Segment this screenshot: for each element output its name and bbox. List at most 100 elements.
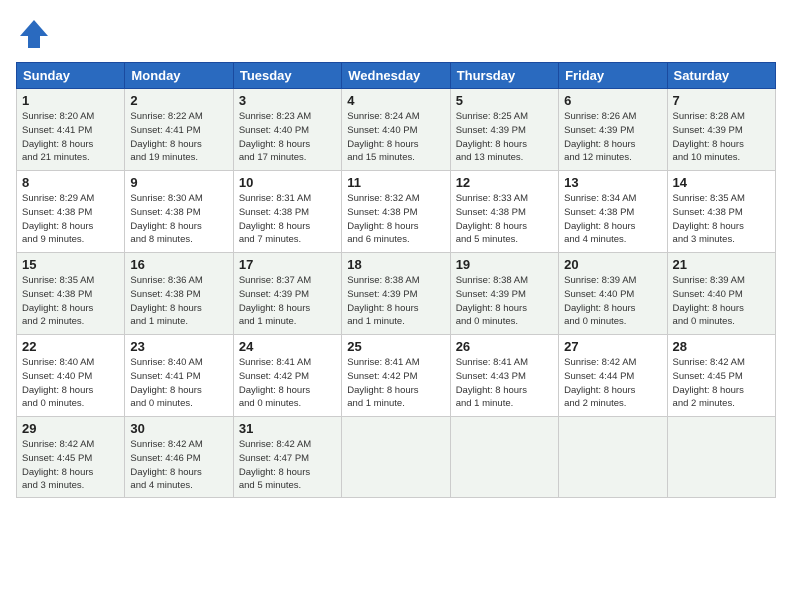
day-info: Sunrise: 8:30 AMSunset: 4:38 PMDaylight:…: [130, 192, 227, 247]
calendar-cell: [667, 417, 775, 498]
calendar-cell: 1 Sunrise: 8:20 AMSunset: 4:41 PMDaylight…: [17, 89, 125, 171]
day-number: 8: [22, 175, 119, 190]
day-number: 28: [673, 339, 770, 354]
calendar-table: SundayMondayTuesdayWednesdayThursdayFrid…: [16, 62, 776, 498]
weekday-header-row: SundayMondayTuesdayWednesdayThursdayFrid…: [17, 63, 776, 89]
calendar-cell: 21Sunrise: 8:39 AMSunset: 4:40 PMDayligh…: [667, 253, 775, 335]
calendar-cell: [342, 417, 450, 498]
day-info: Sunrise: 8:31 AMSunset: 4:38 PMDaylight:…: [239, 192, 336, 247]
day-number: 2: [130, 93, 227, 108]
day-info: Sunrise: 8:37 AMSunset: 4:39 PMDaylight:…: [239, 274, 336, 329]
weekday-sunday: Sunday: [17, 63, 125, 89]
day-info: Sunrise: 8:41 AMSunset: 4:43 PMDaylight:…: [456, 356, 553, 411]
calendar-cell: 23 Sunrise: 8:40 AMSunset: 4:41 PMDayligh…: [125, 335, 233, 417]
day-number: 20: [564, 257, 661, 272]
day-info: Sunrise: 8:38 AMSunset: 4:39 PMDaylight:…: [456, 274, 553, 329]
day-number: 11: [347, 175, 444, 190]
calendar-cell: [450, 417, 558, 498]
calendar-cell: 26Sunrise: 8:41 AMSunset: 4:43 PMDayligh…: [450, 335, 558, 417]
day-info: Sunrise: 8:28 AMSunset: 4:39 PMDaylight:…: [673, 110, 770, 165]
calendar-cell: 31 Sunrise: 8:42 AMSunset: 4:47 PMDayligh…: [233, 417, 341, 498]
day-info: Sunrise: 8:26 AMSunset: 4:39 PMDaylight:…: [564, 110, 661, 165]
week-row-3: 15 Sunrise: 8:35 AMSunset: 4:38 PMDayligh…: [17, 253, 776, 335]
day-number: 29: [22, 421, 119, 436]
day-info: Sunrise: 8:35 AMSunset: 4:38 PMDaylight:…: [673, 192, 770, 247]
day-info: Sunrise: 8:42 AMSunset: 4:47 PMDaylight:…: [239, 438, 336, 493]
calendar-cell: 8 Sunrise: 8:29 AMSunset: 4:38 PMDaylight…: [17, 171, 125, 253]
week-row-2: 8 Sunrise: 8:29 AMSunset: 4:38 PMDaylight…: [17, 171, 776, 253]
calendar-cell: 19 Sunrise: 8:38 AMSunset: 4:39 PMDayligh…: [450, 253, 558, 335]
calendar-cell: 29 Sunrise: 8:42 AMSunset: 4:45 PMDayligh…: [17, 417, 125, 498]
calendar-body: 1 Sunrise: 8:20 AMSunset: 4:41 PMDaylight…: [17, 89, 776, 498]
weekday-wednesday: Wednesday: [342, 63, 450, 89]
weekday-friday: Friday: [559, 63, 667, 89]
day-number: 9: [130, 175, 227, 190]
day-info: Sunrise: 8:40 AMSunset: 4:40 PMDaylight:…: [22, 356, 119, 411]
calendar-cell: 11 Sunrise: 8:32 AMSunset: 4:38 PMDayligh…: [342, 171, 450, 253]
day-number: 23: [130, 339, 227, 354]
day-info: Sunrise: 8:42 AMSunset: 4:45 PMDaylight:…: [22, 438, 119, 493]
logo: [16, 16, 56, 52]
day-number: 7: [673, 93, 770, 108]
calendar-cell: 4Sunrise: 8:24 AMSunset: 4:40 PMDaylight…: [342, 89, 450, 171]
calendar-cell: 30 Sunrise: 8:42 AMSunset: 4:46 PMDayligh…: [125, 417, 233, 498]
day-number: 14: [673, 175, 770, 190]
day-info: Sunrise: 8:38 AMSunset: 4:39 PMDaylight:…: [347, 274, 444, 329]
day-number: 17: [239, 257, 336, 272]
day-number: 1: [22, 93, 119, 108]
calendar-cell: 3 Sunrise: 8:23 AMSunset: 4:40 PMDaylight…: [233, 89, 341, 171]
calendar-cell: 17 Sunrise: 8:37 AMSunset: 4:39 PMDayligh…: [233, 253, 341, 335]
day-info: Sunrise: 8:40 AMSunset: 4:41 PMDaylight:…: [130, 356, 227, 411]
page: SundayMondayTuesdayWednesdayThursdayFrid…: [0, 0, 792, 612]
calendar-cell: 2 Sunrise: 8:22 AMSunset: 4:41 PMDaylight…: [125, 89, 233, 171]
week-row-5: 29 Sunrise: 8:42 AMSunset: 4:45 PMDayligh…: [17, 417, 776, 498]
day-info: Sunrise: 8:42 AMSunset: 4:46 PMDaylight:…: [130, 438, 227, 493]
day-info: Sunrise: 8:24 AMSunset: 4:40 PMDaylight:…: [347, 110, 444, 165]
calendar-cell: 16 Sunrise: 8:36 AMSunset: 4:38 PMDayligh…: [125, 253, 233, 335]
calendar-cell: 5 Sunrise: 8:25 AMSunset: 4:39 PMDaylight…: [450, 89, 558, 171]
day-number: 15: [22, 257, 119, 272]
header: [16, 16, 776, 52]
day-number: 6: [564, 93, 661, 108]
week-row-1: 1 Sunrise: 8:20 AMSunset: 4:41 PMDaylight…: [17, 89, 776, 171]
day-number: 3: [239, 93, 336, 108]
day-info: Sunrise: 8:39 AMSunset: 4:40 PMDaylight:…: [673, 274, 770, 329]
weekday-saturday: Saturday: [667, 63, 775, 89]
day-info: Sunrise: 8:41 AMSunset: 4:42 PMDaylight:…: [347, 356, 444, 411]
day-number: 16: [130, 257, 227, 272]
day-number: 13: [564, 175, 661, 190]
calendar-cell: 15 Sunrise: 8:35 AMSunset: 4:38 PMDayligh…: [17, 253, 125, 335]
day-info: Sunrise: 8:36 AMSunset: 4:38 PMDaylight:…: [130, 274, 227, 329]
calendar-cell: 25 Sunrise: 8:41 AMSunset: 4:42 PMDayligh…: [342, 335, 450, 417]
calendar-cell: 12 Sunrise: 8:33 AMSunset: 4:38 PMDayligh…: [450, 171, 558, 253]
calendar-cell: 9 Sunrise: 8:30 AMSunset: 4:38 PMDaylight…: [125, 171, 233, 253]
day-number: 12: [456, 175, 553, 190]
day-info: Sunrise: 8:22 AMSunset: 4:41 PMDaylight:…: [130, 110, 227, 165]
day-info: Sunrise: 8:20 AMSunset: 4:41 PMDaylight:…: [22, 110, 119, 165]
weekday-tuesday: Tuesday: [233, 63, 341, 89]
day-info: Sunrise: 8:23 AMSunset: 4:40 PMDaylight:…: [239, 110, 336, 165]
day-number: 25: [347, 339, 444, 354]
day-number: 18: [347, 257, 444, 272]
day-info: Sunrise: 8:41 AMSunset: 4:42 PMDaylight:…: [239, 356, 336, 411]
day-number: 5: [456, 93, 553, 108]
day-info: Sunrise: 8:25 AMSunset: 4:39 PMDaylight:…: [456, 110, 553, 165]
day-info: Sunrise: 8:32 AMSunset: 4:38 PMDaylight:…: [347, 192, 444, 247]
calendar-cell: 7 Sunrise: 8:28 AMSunset: 4:39 PMDaylight…: [667, 89, 775, 171]
day-number: 19: [456, 257, 553, 272]
day-info: Sunrise: 8:33 AMSunset: 4:38 PMDaylight:…: [456, 192, 553, 247]
day-number: 31: [239, 421, 336, 436]
calendar-cell: 13 Sunrise: 8:34 AMSunset: 4:38 PMDayligh…: [559, 171, 667, 253]
day-info: Sunrise: 8:29 AMSunset: 4:38 PMDaylight:…: [22, 192, 119, 247]
day-number: 22: [22, 339, 119, 354]
day-number: 30: [130, 421, 227, 436]
calendar-cell: 24Sunrise: 8:41 AMSunset: 4:42 PMDayligh…: [233, 335, 341, 417]
weekday-thursday: Thursday: [450, 63, 558, 89]
week-row-4: 22 Sunrise: 8:40 AMSunset: 4:40 PMDayligh…: [17, 335, 776, 417]
day-info: Sunrise: 8:35 AMSunset: 4:38 PMDaylight:…: [22, 274, 119, 329]
calendar-cell: 6 Sunrise: 8:26 AMSunset: 4:39 PMDaylight…: [559, 89, 667, 171]
logo-icon: [16, 16, 52, 52]
day-number: 10: [239, 175, 336, 190]
day-info: Sunrise: 8:34 AMSunset: 4:38 PMDaylight:…: [564, 192, 661, 247]
day-number: 27: [564, 339, 661, 354]
